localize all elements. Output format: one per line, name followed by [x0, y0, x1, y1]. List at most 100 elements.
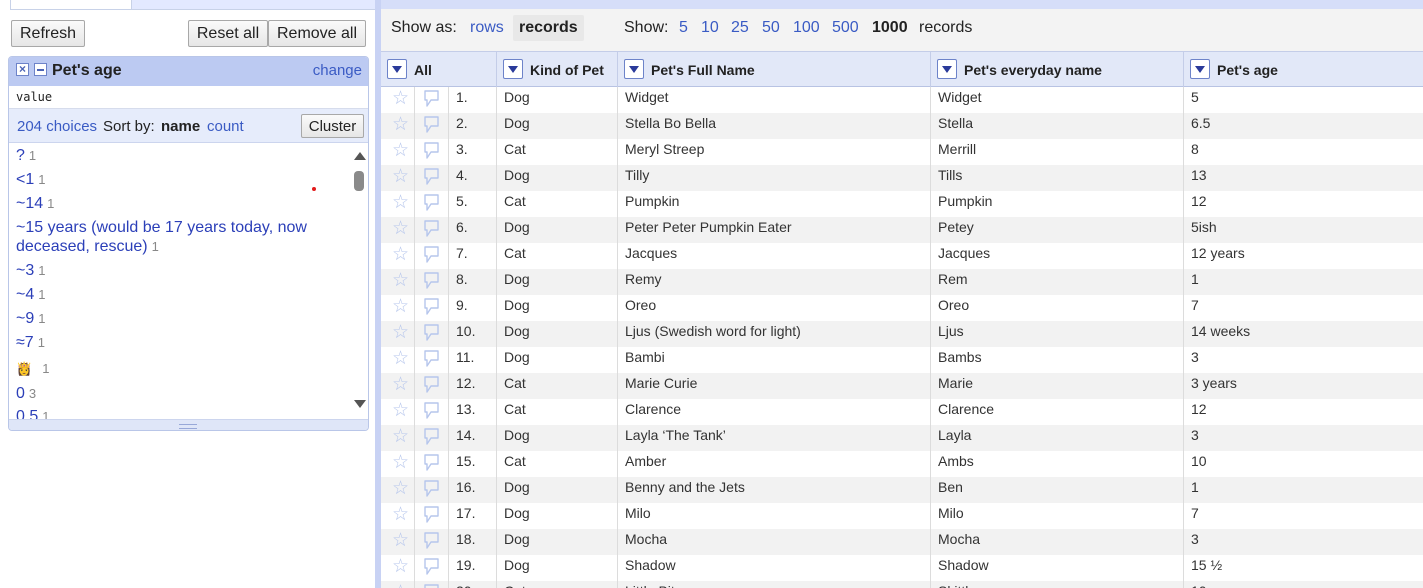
star-icon[interactable]: ☆	[392, 583, 409, 588]
star-icon[interactable]: ☆	[392, 297, 409, 317]
cell-age[interactable]: 3	[1184, 529, 1423, 555]
cell-age[interactable]: 10	[1184, 581, 1423, 588]
cell-everyday-name[interactable]: Shadow	[931, 555, 1184, 581]
column-menu-icon[interactable]	[1190, 59, 1210, 79]
cell-full-name[interactable]: Ljus (Swedish word for light)	[618, 321, 931, 347]
cell-full-name[interactable]: Oreo	[618, 295, 931, 321]
cell-everyday-name[interactable]: Mocha	[931, 529, 1184, 555]
page-size-10[interactable]: 10	[701, 19, 719, 37]
column-header-all[interactable]: All	[381, 52, 497, 87]
column-header-kind[interactable]: Kind of Pet	[497, 52, 618, 87]
view-records-link[interactable]: records	[513, 15, 584, 41]
cell-everyday-name[interactable]: Widget	[931, 87, 1184, 113]
facet-tab[interactable]	[10, 0, 132, 10]
flag-icon[interactable]	[423, 506, 440, 524]
star-icon[interactable]: ☆	[392, 557, 409, 577]
cell-age[interactable]: 14 weeks	[1184, 321, 1423, 347]
cell-kind[interactable]: Dog	[497, 529, 618, 555]
cell-age[interactable]: 8	[1184, 139, 1423, 165]
scroll-thumb[interactable]	[354, 171, 364, 191]
cluster-button[interactable]: Cluster	[301, 114, 364, 138]
cell-everyday-name[interactable]: Tills	[931, 165, 1184, 191]
cell-age[interactable]: 12	[1184, 191, 1423, 217]
facet-choice[interactable]: ~15 years (would be 17 years today, now …	[16, 218, 341, 256]
cell-age[interactable]: 13	[1184, 165, 1423, 191]
cell-kind[interactable]: Cat	[497, 243, 618, 269]
cell-age[interactable]: 1	[1184, 477, 1423, 503]
change-link[interactable]: change	[313, 62, 362, 79]
flag-icon[interactable]	[423, 272, 440, 290]
flag-icon[interactable]	[423, 298, 440, 316]
cell-age[interactable]: 12	[1184, 399, 1423, 425]
star-icon[interactable]: ☆	[392, 401, 409, 421]
facet-choice[interactable]: ~14 1	[16, 194, 341, 213]
flag-icon[interactable]	[423, 428, 440, 446]
view-rows-link[interactable]: rows	[470, 19, 504, 37]
cell-age[interactable]: 10	[1184, 451, 1423, 477]
star-icon[interactable]: ☆	[392, 349, 409, 369]
scroll-up-icon[interactable]	[354, 152, 366, 160]
flag-icon[interactable]	[423, 454, 440, 472]
cell-full-name[interactable]: Shadow	[618, 555, 931, 581]
flag-icon[interactable]	[423, 558, 440, 576]
cell-kind[interactable]: Cat	[497, 373, 618, 399]
cell-age[interactable]: 3 years	[1184, 373, 1423, 399]
cell-full-name[interactable]: Meryl Streep	[618, 139, 931, 165]
cell-kind[interactable]: Dog	[497, 347, 618, 373]
cell-age[interactable]: 12 years	[1184, 243, 1423, 269]
star-icon[interactable]: ☆	[392, 115, 409, 135]
facet-choice[interactable]: ~4 1	[16, 285, 341, 304]
close-icon[interactable]: ×	[16, 63, 29, 76]
sort-by-name[interactable]: name	[161, 118, 200, 135]
star-icon[interactable]: ☆	[392, 271, 409, 291]
page-size-100[interactable]: 100	[793, 19, 820, 37]
flag-icon[interactable]	[423, 350, 440, 368]
page-size-500[interactable]: 500	[832, 19, 859, 37]
cell-kind[interactable]: Dog	[497, 321, 618, 347]
cell-kind[interactable]: Dog	[497, 165, 618, 191]
cell-full-name[interactable]: Tilly	[618, 165, 931, 191]
cell-everyday-name[interactable]: Stella	[931, 113, 1184, 139]
reset-all-button[interactable]: Reset all	[188, 20, 268, 47]
star-icon[interactable]: ☆	[392, 89, 409, 109]
flag-icon[interactable]	[423, 90, 440, 108]
cell-full-name[interactable]: Layla ‘The Tank’	[618, 425, 931, 451]
remove-all-button[interactable]: Remove all	[268, 20, 366, 47]
star-icon[interactable]: ☆	[392, 193, 409, 213]
column-menu-icon[interactable]	[624, 59, 644, 79]
cell-kind[interactable]: Dog	[497, 269, 618, 295]
cell-everyday-name[interactable]: Clarence	[931, 399, 1184, 425]
column-menu-icon[interactable]	[937, 59, 957, 79]
star-icon[interactable]: ☆	[392, 141, 409, 161]
cell-full-name[interactable]: Widget	[618, 87, 931, 113]
sort-by-count[interactable]: count	[207, 118, 244, 135]
cell-everyday-name[interactable]: Milo	[931, 503, 1184, 529]
cell-kind[interactable]: Cat	[497, 581, 618, 588]
cell-kind[interactable]: Cat	[497, 451, 618, 477]
star-icon[interactable]: ☆	[392, 453, 409, 473]
flag-icon[interactable]	[423, 116, 440, 134]
cell-everyday-name[interactable]: Rem	[931, 269, 1184, 295]
cell-kind[interactable]: Dog	[497, 113, 618, 139]
star-icon[interactable]: ☆	[392, 167, 409, 187]
scroll-down-icon[interactable]	[354, 400, 366, 408]
column-menu-icon[interactable]	[503, 59, 523, 79]
facet-choice[interactable]: ≈7 1	[16, 333, 341, 352]
flag-icon[interactable]	[423, 220, 440, 238]
cell-everyday-name[interactable]: Pumpkin	[931, 191, 1184, 217]
flag-icon[interactable]	[423, 532, 440, 550]
facet-choice[interactable]: ~3 1	[16, 261, 341, 280]
minimize-icon[interactable]	[34, 63, 47, 76]
facet-choice[interactable]: 👸 1	[16, 359, 341, 378]
cell-full-name[interactable]: Amber	[618, 451, 931, 477]
star-icon[interactable]: ☆	[392, 323, 409, 343]
cell-everyday-name[interactable]: Ben	[931, 477, 1184, 503]
cell-everyday-name[interactable]: Ambs	[931, 451, 1184, 477]
facet-choice[interactable]: ? 1	[16, 146, 341, 165]
cell-age[interactable]: 3	[1184, 425, 1423, 451]
cell-kind[interactable]: Dog	[497, 477, 618, 503]
cell-everyday-name[interactable]: Jacques	[931, 243, 1184, 269]
cell-kind[interactable]: Cat	[497, 139, 618, 165]
cell-everyday-name[interactable]: Oreo	[931, 295, 1184, 321]
cell-age[interactable]: 3	[1184, 347, 1423, 373]
